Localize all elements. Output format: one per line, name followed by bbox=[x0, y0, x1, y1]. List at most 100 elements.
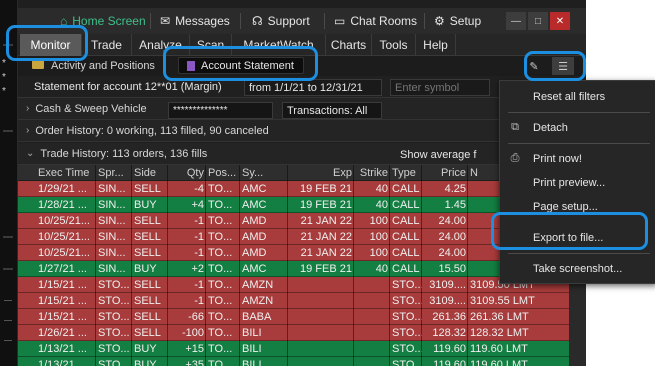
net-price-cell: 119.60 LMT bbox=[470, 343, 528, 355]
column-divider bbox=[467, 277, 468, 293]
column-divider bbox=[239, 341, 240, 357]
minimize-button[interactable]: — bbox=[506, 12, 526, 30]
close-icon: ✕ bbox=[555, 15, 565, 27]
column-divider bbox=[421, 293, 422, 309]
tab-trade[interactable]: Trade bbox=[82, 34, 132, 56]
column-divider bbox=[239, 165, 240, 181]
column-divider bbox=[353, 325, 354, 341]
exp-cell: 21 JAN 22 bbox=[300, 231, 352, 243]
subtab-activity-and-positions[interactable]: Activity and Positions bbox=[51, 56, 155, 76]
type-cell: STO... bbox=[392, 343, 422, 355]
tab-tools[interactable]: Tools bbox=[372, 34, 416, 56]
menu-item-take-screenshot[interactable]: Take screenshot... bbox=[500, 257, 655, 281]
home-screen-button[interactable]: ⌂ Home Screen bbox=[60, 8, 146, 34]
column-divider bbox=[287, 165, 288, 181]
table-row[interactable]: 1/13/21 ... STO... BUY +15 TO... BILI STO... 11… bbox=[18, 341, 586, 357]
spread-cell: SIN... bbox=[98, 183, 126, 195]
setup-button[interactable]: ⚙ Setup bbox=[434, 8, 481, 34]
type-cell: CALL bbox=[392, 263, 420, 275]
column-divider bbox=[95, 213, 96, 229]
column-divider bbox=[167, 197, 168, 213]
strip-tick bbox=[3, 236, 13, 238]
tab-monitor[interactable]: Monitor bbox=[20, 34, 82, 56]
symbol-cell: AMD bbox=[242, 247, 267, 259]
type-cell: Type bbox=[392, 167, 416, 179]
support-label: Support bbox=[267, 14, 310, 28]
messages-button[interactable]: ✉ Messages bbox=[160, 8, 230, 34]
pos-effect-cell: TO... bbox=[208, 183, 233, 195]
column-divider bbox=[353, 181, 354, 197]
tab-scan[interactable]: Scan bbox=[190, 34, 232, 56]
price-cell: 4.25 bbox=[444, 183, 466, 195]
menu-item-reset-filters[interactable]: Reset all filters bbox=[500, 85, 655, 109]
tab-marketwatch[interactable]: MarketWatch bbox=[232, 34, 326, 56]
maximize-button[interactable]: □ bbox=[528, 12, 548, 30]
column-divider bbox=[239, 229, 240, 245]
symbol-cell: AMD bbox=[242, 231, 267, 243]
tab-help[interactable]: Help bbox=[416, 34, 456, 56]
menu-item-export-to-file[interactable]: Export to file... bbox=[500, 226, 655, 250]
table-row[interactable]: 1/13/21 ... STO... BUY +35 TO... BILI STO... 11… bbox=[18, 357, 586, 366]
price-cell: 24.00 bbox=[438, 215, 466, 227]
menu-item-print-preview[interactable]: Print preview... bbox=[500, 171, 655, 195]
subtab-account-statement[interactable]: Account Statement bbox=[178, 57, 304, 74]
side-cell: SELL bbox=[134, 295, 161, 307]
column-divider bbox=[95, 277, 96, 293]
menu-item-print-now[interactable]: ⎙ Print now! bbox=[500, 147, 655, 171]
chat-rooms-label: Chat Rooms bbox=[350, 14, 418, 28]
type-cell: CALL bbox=[392, 215, 420, 227]
top-toolbar: ⌂ Home Screen ✉ Messages ☊ Support ▭ Cha… bbox=[18, 8, 586, 34]
show-average-toggle[interactable]: Show average f bbox=[396, 146, 478, 163]
column-divider bbox=[353, 341, 354, 357]
transactions-filter[interactable]: Transactions: All bbox=[282, 102, 382, 119]
menu-item-detach[interactable]: ⧉ Detach bbox=[500, 116, 655, 140]
edit-icon[interactable]: ✎ bbox=[523, 57, 545, 75]
table-row[interactable]: 1/26/21 ... STO... SELL -100 TO... BILI STO...… bbox=[18, 325, 586, 341]
table-row[interactable]: 1/15/21 ... STO... SELL -66 TO... BABA STO... 2… bbox=[18, 309, 586, 325]
column-divider bbox=[167, 229, 168, 245]
qty-cell: Qty bbox=[186, 167, 204, 179]
table-row[interactable]: 1/15/21 ... STO... SELL -1 TO... AMZN STO... 31… bbox=[18, 293, 586, 309]
column-divider bbox=[389, 341, 390, 357]
column-divider bbox=[131, 357, 132, 366]
column-divider bbox=[131, 325, 132, 341]
exec-time-cell: 1/27/21 ... bbox=[38, 263, 87, 275]
qty-cell: +35 bbox=[185, 359, 204, 366]
column-divider bbox=[131, 277, 132, 293]
gear-icon: ⚙ bbox=[434, 14, 445, 28]
menu-list-icon[interactable]: ☰ bbox=[552, 57, 574, 75]
column-divider bbox=[131, 293, 132, 309]
chevron-right-icon: › bbox=[26, 125, 30, 136]
strike-cell: 100 bbox=[369, 247, 388, 259]
tab-charts[interactable]: Charts bbox=[326, 34, 372, 56]
tab-analyze[interactable]: Analyze bbox=[132, 34, 190, 56]
column-divider bbox=[205, 261, 206, 277]
cash-sweep-label: Cash & Sweep Vehicle bbox=[35, 102, 147, 115]
pos-effect-cell: TO... bbox=[208, 279, 233, 291]
column-divider bbox=[167, 213, 168, 229]
page-setup-label: Page setup... bbox=[533, 201, 598, 213]
menu-item-page-setup[interactable]: Page setup... bbox=[500, 195, 655, 219]
symbol-input[interactable] bbox=[390, 79, 490, 96]
thinkorswim-window: ⌂ Home Screen ✉ Messages ☊ Support ▭ Cha… bbox=[6, 0, 655, 366]
date-range-selector[interactable]: from 1/1/21 to 12/31/21 bbox=[244, 79, 382, 96]
reset-filters-label: Reset all filters bbox=[533, 91, 606, 103]
column-divider bbox=[205, 165, 206, 181]
column-divider bbox=[467, 245, 468, 261]
column-divider bbox=[421, 341, 422, 357]
price-cell: 15.50 bbox=[438, 263, 466, 275]
column-divider bbox=[287, 293, 288, 309]
masked-account-field[interactable]: ************** bbox=[168, 102, 273, 119]
support-button[interactable]: ☊ Support bbox=[252, 8, 310, 34]
chat-rooms-button[interactable]: ▭ Chat Rooms bbox=[334, 8, 417, 34]
column-divider bbox=[389, 197, 390, 213]
setup-label: Setup bbox=[449, 14, 482, 28]
pos-effect-cell: TO... bbox=[208, 263, 233, 275]
price-cell: 119.60 bbox=[433, 343, 466, 355]
close-button[interactable]: ✕ bbox=[550, 12, 570, 30]
strike-cell: 100 bbox=[369, 231, 388, 243]
strip-tick bbox=[3, 268, 13, 270]
print-preview-label: Print preview... bbox=[533, 177, 606, 189]
qty-cell: -66 bbox=[188, 311, 204, 323]
symbol-cell: AMC bbox=[242, 183, 267, 195]
